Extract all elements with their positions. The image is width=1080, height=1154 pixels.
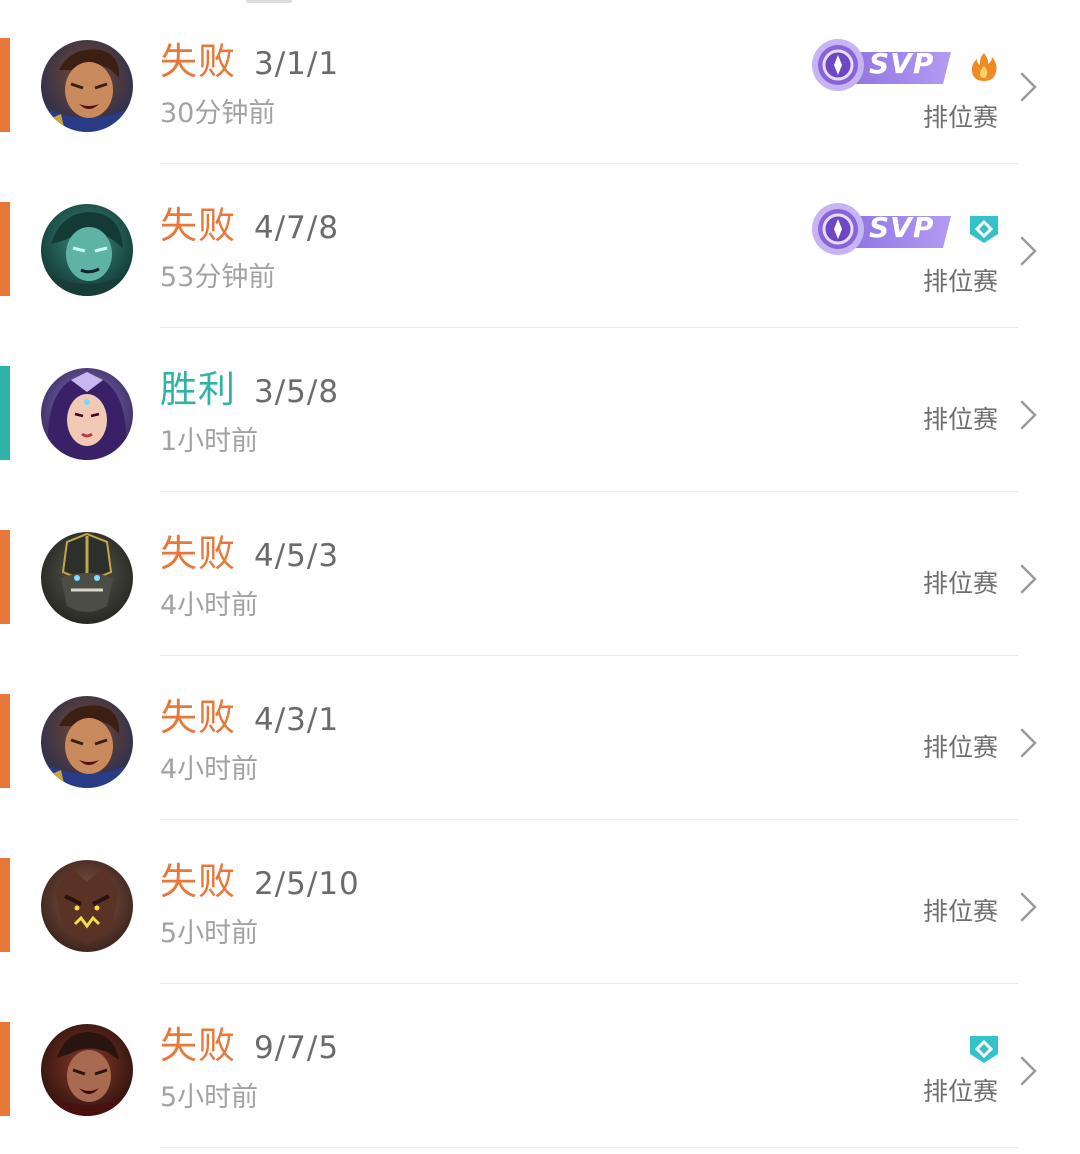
chevron-right-icon[interactable] [1018,890,1040,924]
kda-score: 3/1/1 [254,46,340,82]
hero-avatar [41,860,133,952]
game-mode-label: 排位赛 [922,405,998,434]
match-row[interactable]: 失败 9/7/5 5小时前 排位赛 [0,984,1080,1148]
chevron-right-icon[interactable] [1018,562,1040,596]
match-row[interactable]: 失败 4/7/8 53分钟前 SVP 排位赛 [0,164,1080,328]
chevron-right-icon[interactable] [1018,398,1040,432]
result-indicator-bar [0,38,10,132]
diamond-shield-icon [970,216,998,243]
kda-score: 4/5/3 [254,538,340,574]
match-result-label: 失败 [160,204,236,247]
match-time: 53分钟前 [160,262,276,293]
svp-badge: SVP [805,200,953,258]
match-row[interactable]: 失败 2/5/10 5小时前 排位赛 [0,820,1080,984]
match-result-label: 失败 [160,1024,236,1067]
match-row[interactable]: 失败 4/5/3 4小时前 排位赛 [0,492,1080,656]
kda-score: 4/3/1 [254,702,340,738]
match-time: 1小时前 [160,426,259,457]
game-mode-label: 排位赛 [922,1077,998,1106]
diamond-shield-icon [970,1036,998,1063]
game-mode-label: 排位赛 [922,103,998,132]
svp-text: SVP [869,211,935,244]
match-result-label: 失败 [160,696,236,739]
svp-badge: SVP [805,36,953,94]
result-indicator-bar [0,1022,10,1116]
svp-text: SVP [869,47,935,80]
result-indicator-bar [0,694,10,788]
chevron-right-icon[interactable] [1018,726,1040,760]
kda-score: 3/5/8 [254,374,340,410]
match-row[interactable]: 失败 4/3/1 4小时前 排位赛 [0,656,1080,820]
hero-avatar [41,532,133,624]
row-divider [160,1147,1018,1148]
result-indicator-bar [0,530,10,624]
match-time: 5小时前 [160,1082,259,1113]
kda-score: 9/7/5 [254,1030,340,1066]
result-indicator-bar [0,202,10,296]
result-indicator-bar [0,366,10,460]
hero-avatar [41,1024,133,1116]
hero-avatar [41,696,133,788]
game-mode-label: 排位赛 [922,733,998,762]
game-mode-label: 排位赛 [922,897,998,926]
chevron-right-icon[interactable] [1018,70,1040,104]
game-mode-label: 排位赛 [922,569,998,598]
match-row[interactable]: 失败 3/1/1 30分钟前 SVP 排位赛 [0,0,1080,164]
fire-icon [971,53,997,81]
kda-score: 2/5/10 [254,866,360,902]
match-row[interactable]: 胜利 3/5/8 1小时前 排位赛 [0,328,1080,492]
match-result-label: 胜利 [160,368,236,411]
game-mode-label: 排位赛 [922,267,998,296]
match-result-label: 失败 [160,532,236,575]
match-result-label: 失败 [160,860,236,903]
hero-avatar [41,368,133,460]
match-result-label: 失败 [160,40,236,83]
match-time: 4小时前 [160,754,259,785]
hero-avatar [41,40,133,132]
result-indicator-bar [0,858,10,952]
hero-avatar [41,204,133,296]
match-time: 5小时前 [160,918,259,949]
match-time: 30分钟前 [160,98,276,129]
chevron-right-icon[interactable] [1018,234,1040,268]
chevron-right-icon[interactable] [1018,1054,1040,1088]
kda-score: 4/7/8 [254,210,340,246]
match-time: 4小时前 [160,590,259,621]
